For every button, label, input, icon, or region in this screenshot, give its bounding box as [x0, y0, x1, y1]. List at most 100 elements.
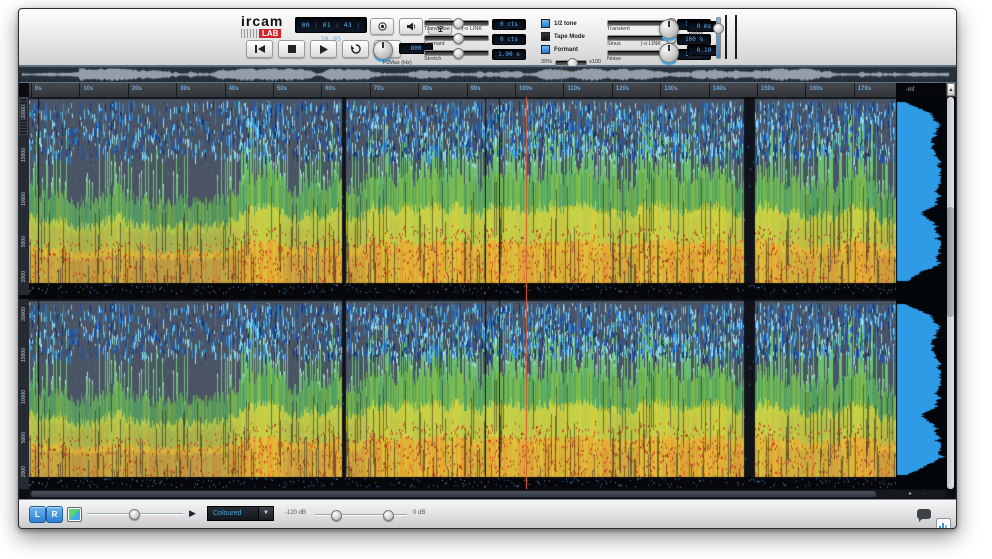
sinus-label: Sinus: [607, 41, 621, 47]
ruler-tick: 150s: [757, 83, 758, 97]
ruler-tick: 40s: [225, 83, 226, 97]
vertical-scrollbar-thumb[interactable]: [947, 207, 954, 317]
ruler-tick: 70s: [370, 83, 371, 97]
ruler-tick: 30s: [176, 83, 177, 97]
skip-start-icon: [255, 45, 265, 53]
formant-label: Formant: [424, 41, 444, 47]
stretch-label: Stretch: [424, 56, 441, 62]
record-button[interactable]: [370, 18, 394, 35]
horizontal-scrollbar[interactable]: ▸ ··: [29, 490, 946, 498]
db-scale-label: -inf: [896, 83, 946, 97]
waveform-overview[interactable]: [19, 66, 956, 82]
right-channel-button[interactable]: R: [46, 506, 63, 523]
freq-label: 20000: [19, 307, 29, 321]
relax-label: Relax: [689, 31, 703, 37]
ruler-corner: [19, 83, 29, 97]
toolbar-end-divider: [725, 15, 737, 59]
monitor-button[interactable]: [399, 18, 423, 35]
ruler-tick: 0s: [31, 83, 32, 97]
logo-barcode: [241, 29, 259, 38]
stretch-range-min: 30%: [541, 59, 552, 65]
error-knob[interactable]: [659, 43, 679, 63]
time-ruler[interactable]: 0s10s20s30s40s50s60s70s80s90s100s110s120…: [19, 82, 956, 98]
ruler-tick: 80s: [418, 83, 419, 97]
half-tone-label: 1/2 tone: [554, 21, 577, 27]
ruler-tick: 130s: [660, 83, 661, 97]
freq-axis-right-channel: 20000 15000 10000 5000 2000: [19, 299, 29, 489]
instant-spectrum-panel: [896, 97, 946, 489]
skip-start-button[interactable]: [246, 40, 273, 58]
stop-button[interactable]: [278, 40, 305, 58]
freq-label: 2000: [19, 271, 29, 282]
vertical-scrollbar[interactable]: [947, 97, 954, 489]
db-range-min-thumb[interactable]: [331, 510, 342, 521]
stretch-slider-thumb[interactable]: [453, 48, 464, 59]
ruler-tick: 60s: [321, 83, 322, 97]
stretch-range-max: x100: [589, 59, 601, 65]
logo-lab: LAB: [259, 29, 281, 38]
play-button[interactable]: [310, 40, 337, 58]
freq-label: 5000: [19, 432, 29, 443]
noise-label: Noise: [607, 56, 621, 62]
zoom-play-icon[interactable]: ▶: [189, 509, 196, 518]
db-max-label: 0 dB: [413, 510, 425, 516]
speaker-icon: [407, 22, 416, 31]
freq-label: 5000: [19, 236, 29, 247]
ruler-tick: 120s: [612, 83, 613, 97]
spectrogram-canvas[interactable]: [29, 97, 896, 489]
relax-knob[interactable]: [659, 19, 679, 39]
left-channel-button[interactable]: L: [29, 506, 46, 523]
freq-axis-left-channel: 20000 15000 10000 5000 2000: [19, 97, 29, 295]
scroll-up-button[interactable]: ▲: [947, 83, 955, 96]
volume-slider-thumb[interactable]: [713, 23, 724, 34]
ts-app-window: ircam LAB 00 : 01 : 43 : 20.05: [18, 8, 957, 529]
display-mode-dropdown[interactable]: Coloured ▼: [207, 506, 274, 521]
ruler-tick: 140s: [709, 83, 710, 97]
mode-checkbox-group: 1/2 tone Tape Mode Formant 30% x100: [541, 17, 601, 69]
transpose-link-label[interactable]: |-o LINK: [462, 26, 482, 32]
freq-label: 10000: [19, 192, 29, 206]
scroll-right-icon[interactable]: ▸: [909, 490, 912, 498]
freq-label: 20000: [19, 105, 29, 119]
formant-mode-checkbox[interactable]: [541, 45, 550, 54]
ruler-tick: 10s: [79, 83, 80, 97]
freq-label: 15000: [19, 348, 29, 362]
half-tone-checkbox[interactable]: [541, 19, 550, 28]
play-icon: [320, 45, 328, 54]
formant-slider-thumb[interactable]: [453, 33, 464, 44]
dropdown-arrow-icon[interactable]: ▼: [259, 506, 274, 521]
volume-slider[interactable]: [716, 17, 721, 59]
timecode-display: 00 : 01 : 43 : 20.05: [295, 17, 367, 33]
stop-icon: [288, 45, 296, 53]
stretch-value: 1.00 x: [492, 49, 526, 60]
transpose-label: Transpose: [424, 26, 450, 32]
half-tone-row: 1/2 tone: [541, 17, 601, 30]
record-icon: [378, 22, 387, 31]
colormap-icon[interactable]: [67, 507, 82, 522]
tape-mode-checkbox[interactable]: [541, 32, 550, 41]
horizontal-scrollbar-thumb[interactable]: [31, 491, 876, 497]
transient-label: Transient: [607, 26, 630, 32]
formant-mode-label: Formant: [554, 47, 578, 53]
ruler-tick: 100s: [515, 83, 516, 97]
freq-label: 2000: [19, 466, 29, 477]
formant-mode-row: Formant: [541, 43, 601, 56]
f0max-knob[interactable]: [373, 40, 393, 60]
formant-value: 0 cts: [492, 34, 526, 45]
freq-label: 10000: [19, 390, 29, 404]
display-mode-value[interactable]: Coloured: [207, 506, 259, 521]
snapshot-icon[interactable]: [936, 518, 951, 529]
comment-icon[interactable]: [917, 509, 931, 519]
zoom-slider-thumb[interactable]: [129, 509, 140, 520]
db-min-label: -120 dB: [285, 510, 306, 516]
overview-playhead[interactable]: [561, 66, 562, 82]
loop-button[interactable]: [342, 40, 369, 58]
zoom-slider[interactable]: [87, 513, 183, 514]
ruler-lane[interactable]: 0s10s20s30s40s50s60s70s80s90s100s110s120…: [29, 83, 896, 97]
error-label: Error: [689, 55, 701, 61]
db-range-slider[interactable]: [315, 514, 407, 515]
playhead[interactable]: [526, 97, 527, 489]
freq-label: 15000: [19, 148, 29, 162]
ruler-tick: 90s: [467, 83, 468, 97]
db-range-max-thumb[interactable]: [383, 510, 394, 521]
